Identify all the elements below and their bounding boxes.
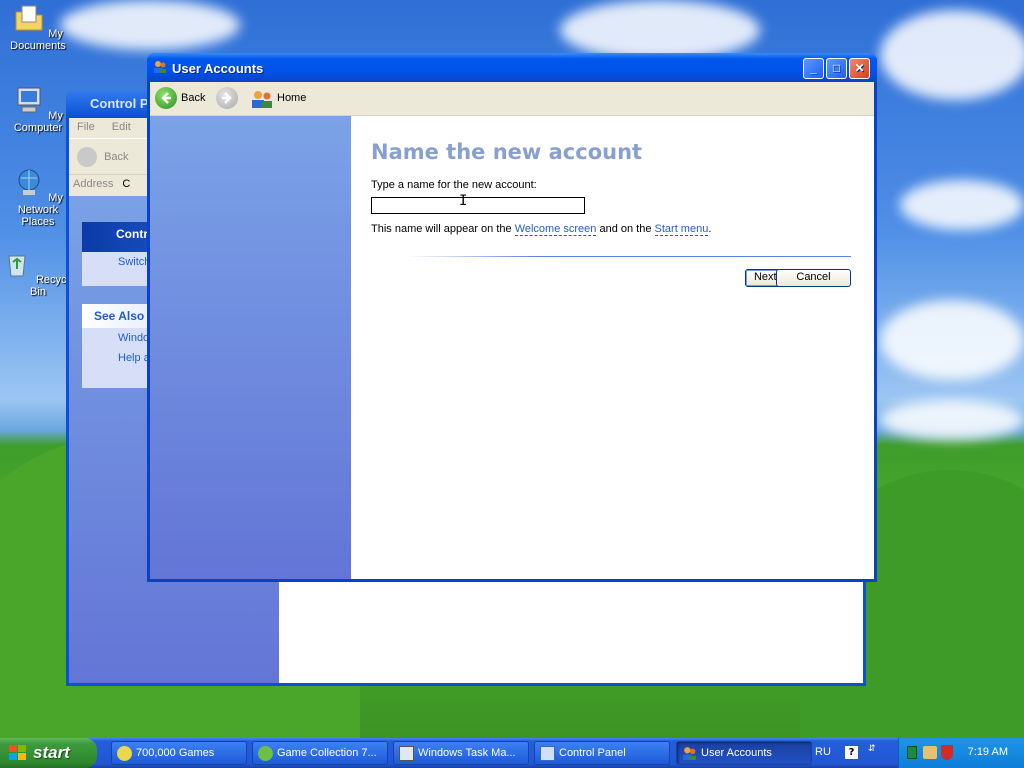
navigation-toolbar: Back Home: [150, 82, 874, 116]
desktop-icon-my-documents[interactable]: My Documents: [0, 2, 76, 52]
info-text: This name will appear on the Welcome scr…: [371, 223, 712, 236]
titlebar[interactable]: User Accounts _ □ ✕: [147, 53, 877, 82]
clock[interactable]: 7:19 AM: [968, 746, 1008, 758]
notification-arrows-icon[interactable]: ⇵: [868, 744, 876, 754]
menu-edit[interactable]: Edit: [112, 121, 131, 133]
shield-icon[interactable]: [941, 745, 953, 760]
user-accounts-window[interactable]: User Accounts _ □ ✕ Back Home Name the n…: [147, 53, 877, 582]
taskbar-button-control-panel[interactable]: Control Panel: [534, 741, 670, 765]
menu-file[interactable]: File: [77, 121, 95, 133]
name-prompt-label: Type a name for the new account:: [371, 179, 537, 191]
start-label: start: [33, 743, 70, 762]
taskbar-button-user-accounts[interactable]: User Accounts: [676, 741, 812, 765]
back-button-label[interactable]: Back: [104, 151, 128, 163]
taskbar-button-label: Game Collection 7...: [277, 747, 377, 759]
account-name-input[interactable]: [371, 197, 585, 214]
window-title: User Accounts: [172, 61, 264, 76]
cancel-button[interactable]: Cancel: [776, 269, 851, 287]
taskbar-button-label: Windows Task Ma...: [418, 747, 516, 759]
home-users-icon[interactable]: [250, 89, 274, 109]
back-button-label[interactable]: Back: [181, 92, 205, 104]
desktop-icon-my-network-places[interactable]: My Network Places: [0, 166, 76, 228]
task-manager-icon: [399, 746, 414, 761]
folder-documents-icon: [15, 5, 43, 31]
control-panel-icon: [540, 746, 555, 761]
start-menu-link[interactable]: Start menu: [654, 223, 709, 236]
taskbar-button-label: 700,000 Games: [136, 747, 215, 759]
page-title: Name the new account: [371, 140, 643, 164]
network-icon: [18, 169, 40, 195]
tray-app-icon[interactable]: [907, 746, 917, 759]
back-arrow-icon: [77, 147, 97, 167]
back-arrow-icon[interactable]: [155, 87, 177, 109]
text-cursor-icon: I: [459, 193, 468, 209]
window-client: Back Home Name the new account Type a na…: [150, 82, 874, 579]
close-button[interactable]: ✕: [849, 58, 870, 79]
system-tray: 7:19 AM: [898, 738, 1024, 768]
welcome-screen-link[interactable]: Welcome screen: [514, 223, 597, 236]
info-text-before: This name will appear on the: [371, 223, 515, 235]
user-accounts-icon: [683, 747, 696, 760]
info-text-after: .: [708, 223, 712, 235]
language-indicator[interactable]: RU: [815, 746, 831, 758]
taskbar-button-task-manager[interactable]: Windows Task Ma...: [393, 741, 529, 765]
minimize-button[interactable]: _: [803, 58, 824, 79]
task-pane: [150, 116, 351, 579]
window-title: Control P: [90, 96, 149, 111]
taskbar-button-700000-games[interactable]: 700,000 Games: [111, 741, 247, 765]
taskbar-button-label: Control Panel: [559, 747, 626, 759]
user-accounts-icon: [154, 61, 166, 73]
home-button-label[interactable]: Home: [277, 92, 306, 104]
recycle-bin-icon: [8, 255, 26, 277]
computer-icon: [17, 87, 41, 113]
address-value[interactable]: C: [122, 178, 130, 190]
taskbar: start 700,000 Games Game Collection 7...…: [0, 738, 1024, 768]
info-text-middle: and on the: [596, 223, 655, 235]
tray-network-icon[interactable]: [923, 746, 937, 759]
desktop-icon-recycle-bin[interactable]: Recycle Bin: [0, 248, 76, 298]
taskbar-button-label: User Accounts: [701, 747, 772, 759]
wizard-content: Name the new account Type a name for the…: [351, 116, 874, 579]
maximize-button[interactable]: □: [826, 58, 847, 79]
games-icon: [117, 746, 132, 761]
divider-line: [407, 256, 851, 257]
panel-title: Contr: [116, 227, 148, 241]
help-icon[interactable]: ?: [845, 746, 858, 759]
address-label: Address: [73, 178, 114, 190]
game-collection-icon: [258, 746, 273, 761]
taskbar-button-game-collection[interactable]: Game Collection 7...: [252, 741, 388, 765]
windows-logo-icon: [9, 745, 26, 760]
start-button[interactable]: start: [0, 738, 97, 768]
desktop-icon-my-computer[interactable]: My Computer: [0, 84, 76, 134]
forward-arrow-icon[interactable]: [216, 87, 238, 109]
